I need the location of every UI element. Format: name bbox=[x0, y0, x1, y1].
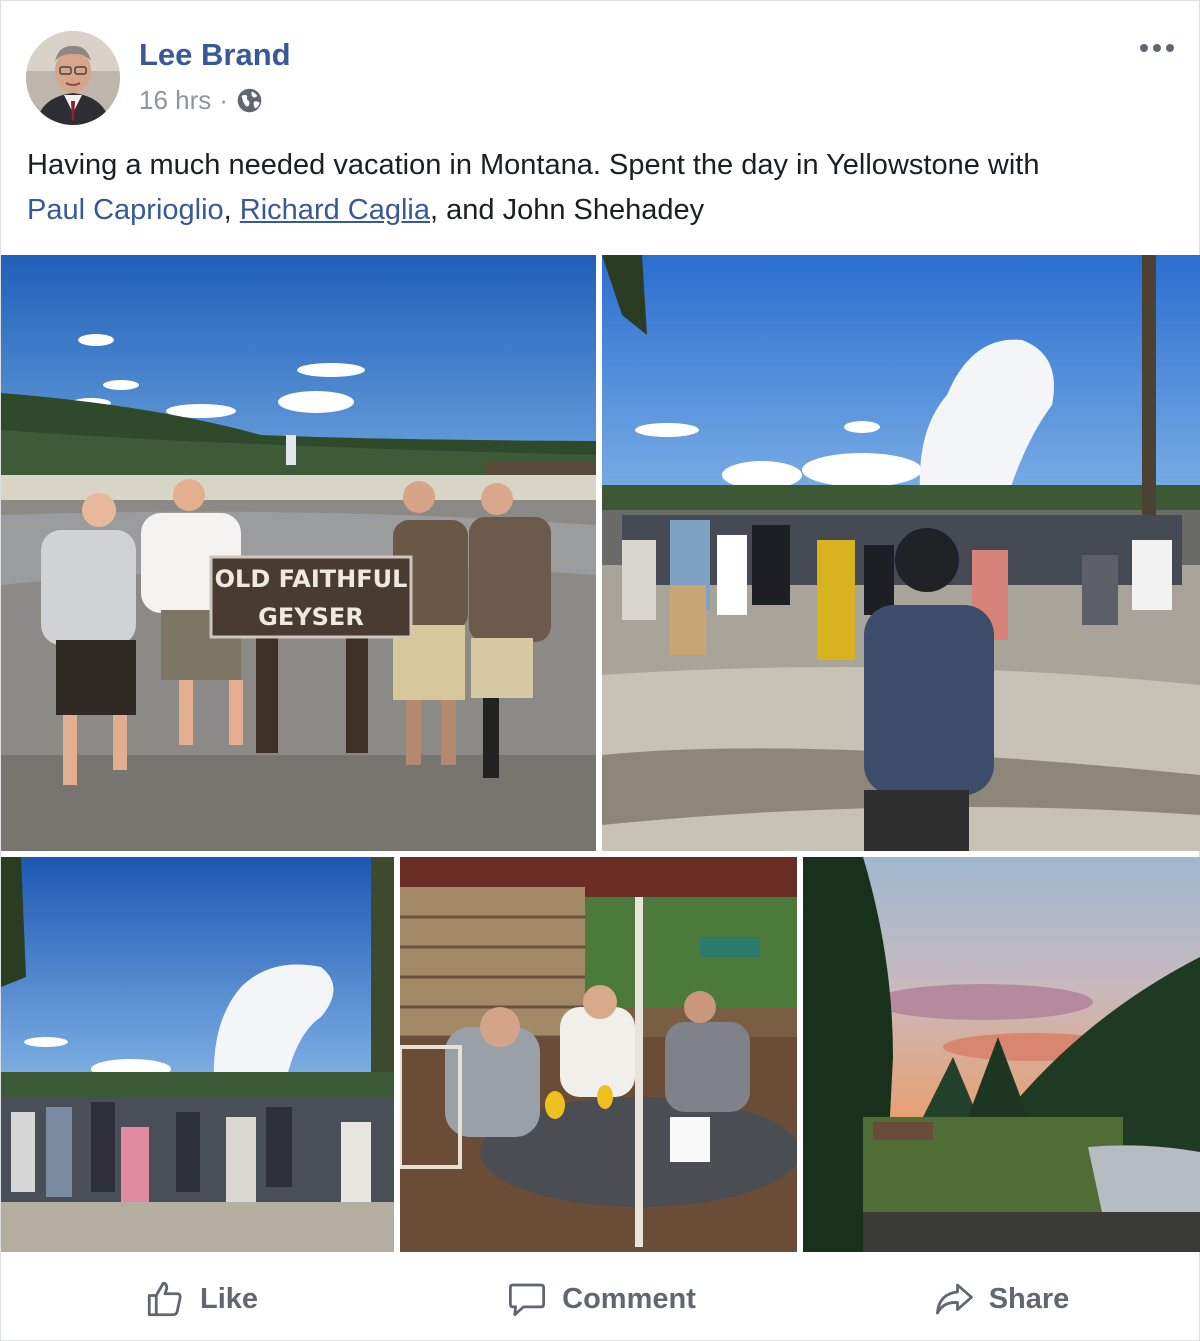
author-name[interactable]: Lee Brand bbox=[139, 37, 291, 73]
more-dot-icon bbox=[1153, 44, 1161, 52]
photo-geyser-eruption[interactable] bbox=[1, 857, 394, 1252]
comment-bubble-icon bbox=[509, 1283, 546, 1317]
thumbs-up-icon bbox=[147, 1281, 182, 1317]
share-label: Share bbox=[988, 1282, 1070, 1315]
meta-separator: · bbox=[219, 85, 228, 115]
tagged-user-link[interactable]: Richard Caglia bbox=[240, 194, 430, 226]
photo-patio-lunch[interactable] bbox=[400, 857, 797, 1252]
text-separator: , and bbox=[430, 194, 503, 226]
globe-icon[interactable] bbox=[236, 87, 263, 114]
more-dot-icon bbox=[1166, 44, 1174, 52]
post-text-intro: Having a much needed vacation in Montana… bbox=[27, 149, 1040, 181]
photo-geyser-crowd[interactable] bbox=[602, 255, 1200, 851]
like-label: Like bbox=[199, 1282, 259, 1315]
more-options-button[interactable] bbox=[1137, 31, 1177, 65]
avatar-image bbox=[26, 31, 120, 125]
comment-label: Comment bbox=[562, 1282, 696, 1315]
post-actions-bar: Like Comment Share bbox=[1, 1263, 1200, 1335]
tagged-user-plain: John Shehadey bbox=[502, 194, 705, 226]
photo-sunset-river[interactable] bbox=[803, 857, 1200, 1252]
photo-old-faithful-sign[interactable]: OLD FAITHFUL GEYSER bbox=[1, 255, 596, 851]
post-timestamp[interactable]: 16 hrs bbox=[139, 85, 211, 116]
sign-text-line2: GEYSER bbox=[258, 603, 364, 631]
post-text: Having a much needed vacation in Montana… bbox=[27, 143, 1177, 233]
share-arrow-icon bbox=[935, 1283, 973, 1315]
facebook-post: Lee Brand 16 hrs · Having a much needed … bbox=[0, 0, 1200, 1341]
author-avatar[interactable] bbox=[26, 31, 120, 125]
more-dot-icon bbox=[1140, 44, 1148, 52]
share-button[interactable]: Share bbox=[801, 1263, 1200, 1335]
comment-button[interactable]: Comment bbox=[401, 1263, 801, 1335]
text-separator: , bbox=[223, 194, 240, 226]
post-meta: 16 hrs · bbox=[139, 85, 263, 116]
sign-text-line1: OLD FAITHFUL bbox=[215, 565, 408, 593]
like-button[interactable]: Like bbox=[1, 1263, 401, 1335]
tagged-user-link[interactable]: Paul Caprioglio bbox=[27, 194, 224, 226]
